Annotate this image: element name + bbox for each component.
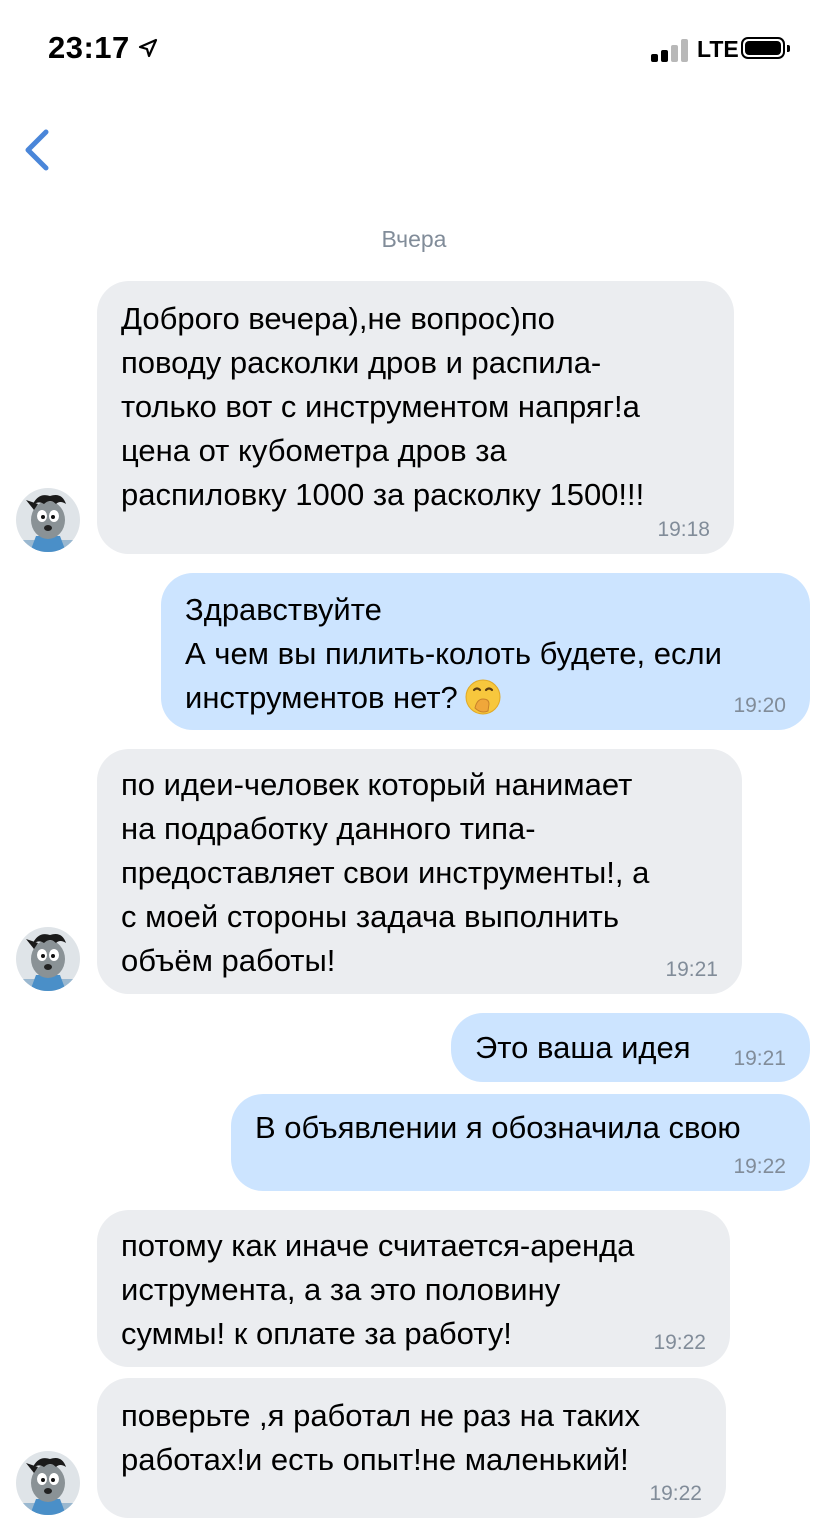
message-outgoing[interactable]: В объявлении я обозначила свою 19:22 [231, 1094, 810, 1191]
wolf-cartoon-avatar-icon [16, 1451, 80, 1515]
avatar[interactable] [16, 927, 80, 991]
message-text: поверьте ,я работал не раз на таких рабо… [121, 1398, 641, 1477]
message-time: 19:18 [657, 518, 710, 541]
message-time: 19:22 [653, 1331, 706, 1354]
message-time: 19:22 [733, 1155, 786, 1178]
message-text: Здравствуйте А чем вы пилить-колоть буде… [185, 592, 722, 715]
chat-header [0, 100, 828, 220]
message-outgoing[interactable]: Здравствуйте А чем вы пилить-колоть буде… [161, 573, 810, 730]
chevron-left-icon [25, 129, 49, 171]
avatar[interactable] [16, 1451, 80, 1515]
signal-strength-icon [651, 38, 693, 62]
wolf-cartoon-avatar-icon [16, 488, 80, 552]
message-incoming[interactable]: потому как иначе считается-аренда иструм… [97, 1210, 730, 1367]
message-time: 19:21 [733, 1047, 786, 1070]
status-time: 23:17 [48, 30, 130, 65]
message-text: по идеи-человек который нанимает на подр… [121, 767, 650, 978]
wolf-cartoon-avatar-icon [16, 927, 80, 991]
message-time: 19:21 [665, 958, 718, 981]
message-text: В объявлении я обозначила свою [255, 1110, 741, 1145]
date-separator: Вчера [381, 226, 447, 252]
message-time: 19:20 [733, 694, 786, 717]
status-bar: 23:17 LTE [0, 0, 828, 100]
message-text: потому как иначе считается-аренда иструм… [121, 1228, 635, 1351]
message-outgoing[interactable]: Это ваша идея 19:21 [451, 1013, 810, 1082]
network-type: LTE [697, 36, 739, 62]
message-incoming[interactable]: по идеи-человек который нанимает на подр… [97, 749, 742, 994]
back-button[interactable] [14, 120, 64, 180]
location-arrow-icon [138, 38, 158, 58]
message-incoming[interactable]: поверьте ,я работал не раз на таких рабо… [97, 1378, 726, 1518]
message-incoming[interactable]: Доброго вечера),не вопрос)по поводу раск… [97, 281, 734, 554]
face-with-hand-over-mouth-icon [465, 679, 501, 715]
battery-icon [741, 37, 790, 59]
message-time: 19:22 [649, 1482, 702, 1505]
avatar[interactable] [16, 488, 80, 552]
message-text: Доброго вечера),не вопрос)по поводу раск… [121, 301, 645, 512]
